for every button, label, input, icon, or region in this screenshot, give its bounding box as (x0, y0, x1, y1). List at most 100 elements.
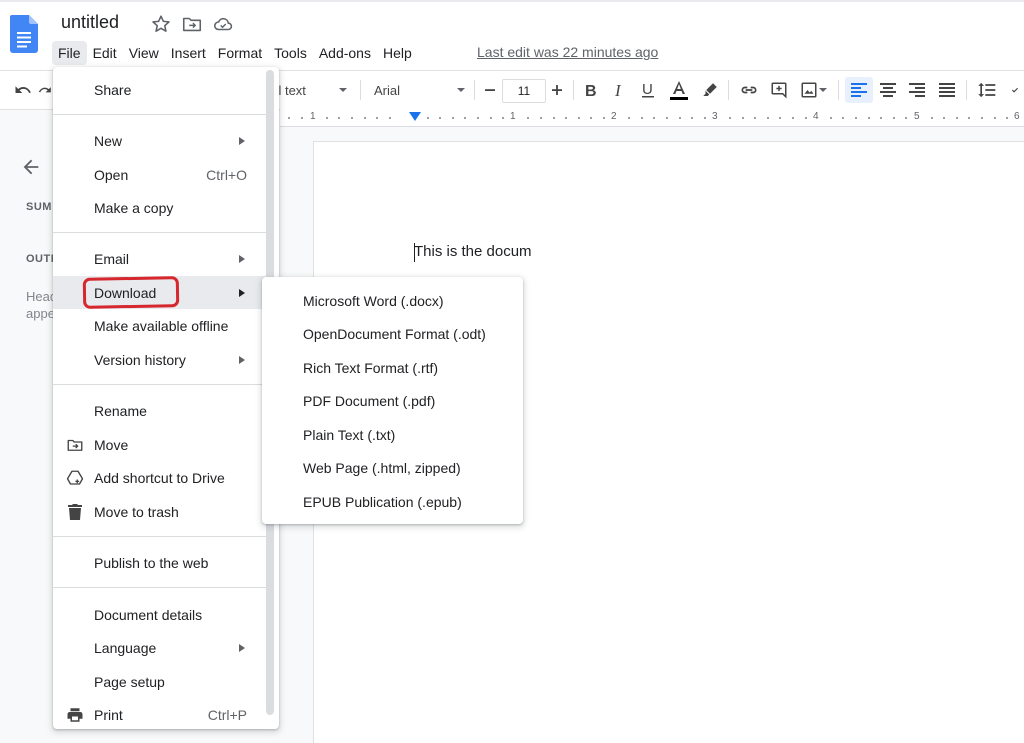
indent-marker[interactable] (409, 112, 421, 121)
download-epub[interactable]: EPUB Publication (.epub) (262, 485, 523, 518)
download-html[interactable]: Web Page (.html, zipped) (262, 451, 523, 484)
outline-panel (0, 126, 56, 743)
align-center-button[interactable] (875, 71, 901, 109)
download-docx[interactable]: Microsoft Word (.docx) (262, 284, 523, 317)
ruler-tick (981, 117, 983, 119)
menu-item-publish[interactable]: Publish to the web (53, 546, 267, 579)
menu-item-share[interactable]: Share (53, 73, 267, 106)
ruler-tick (363, 117, 366, 119)
download-submenu: Microsoft Word (.docx) OpenDocument Form… (262, 277, 523, 524)
menu-view[interactable]: View (123, 41, 165, 65)
highlight-color-button[interactable] (698, 71, 722, 109)
ruler-tick (640, 117, 643, 119)
ruler-tick (477, 117, 479, 119)
menu-item-make-offline[interactable]: Make available offline (53, 309, 267, 342)
italic-button[interactable]: I (607, 71, 631, 109)
bold-button[interactable]: B (578, 71, 602, 109)
menu-item-label: Make available offline (94, 317, 229, 334)
submenu-item-label: OpenDocument Format (.odt) (303, 325, 486, 342)
menu-item-version-history[interactable]: Version history (53, 343, 267, 376)
menu-edit[interactable]: Edit (87, 41, 123, 65)
menu-item-rename[interactable]: Rename (53, 394, 267, 427)
menu-addons[interactable]: Add-ons (313, 41, 377, 65)
underline-button[interactable]: U (636, 71, 660, 109)
menu-help[interactable]: Help (377, 41, 418, 65)
menu-item-move[interactable]: Move (53, 428, 267, 461)
download-odt[interactable]: OpenDocument Format (.odt) (262, 317, 523, 350)
star-icon[interactable] (150, 13, 172, 35)
menu-item-print[interactable]: Print Ctrl+P (53, 698, 267, 731)
ruler-tick (439, 117, 442, 119)
menu-item-email[interactable]: Email (53, 242, 267, 275)
menu-item-document-details[interactable]: Document details (53, 598, 267, 631)
menu-item-make-copy[interactable]: Make a copy (53, 191, 267, 224)
download-rtf[interactable]: Rich Text Format (.rtf) (262, 351, 523, 384)
ruler-tick (766, 117, 769, 119)
cloud-saved-icon[interactable] (212, 13, 234, 35)
insert-link-button[interactable] (736, 71, 762, 109)
image-icon (801, 82, 817, 98)
increase-font-size-button[interactable] (545, 71, 569, 109)
menu-item-add-shortcut[interactable]: Add shortcut to Drive (53, 461, 267, 494)
align-right-button[interactable] (904, 71, 930, 109)
undo-button[interactable] (10, 71, 36, 109)
line-spacing-button[interactable] (974, 71, 1000, 109)
ruler-tick (527, 117, 530, 119)
redo-button[interactable] (38, 71, 52, 109)
align-right-icon (909, 83, 925, 97)
submenu-item-label: Microsoft Word (.docx) (303, 292, 444, 309)
submenu-arrow-icon (239, 355, 245, 364)
download-pdf[interactable]: PDF Document (.pdf) (262, 384, 523, 417)
ruler-tick (351, 117, 353, 119)
minus-icon (485, 89, 495, 91)
align-left-icon (851, 83, 867, 97)
menu-bar: File Edit View Insert Format Tools Add-o… (52, 40, 418, 66)
text-color-button[interactable] (666, 71, 692, 109)
decrease-font-size-button[interactable] (478, 71, 502, 109)
menu-item-label: Document details (94, 606, 203, 623)
checklist-button[interactable] (1010, 71, 1024, 109)
ruler-tick (502, 117, 505, 119)
ruler-tick (804, 117, 807, 119)
ruler-tick (691, 117, 694, 119)
font-size-input[interactable]: 11 (502, 79, 546, 103)
last-edit-link[interactable]: Last edit was 22 minutes ago (477, 44, 658, 60)
ruler-tick (552, 117, 555, 119)
trash-icon (65, 502, 85, 522)
ruler[interactable]: 1 1 2 3 4 5 6 (280, 109, 1024, 127)
align-left-button[interactable] (845, 71, 873, 109)
ruler-number: 1 (510, 111, 516, 122)
menu-item-label: Rename (94, 402, 147, 419)
back-arrow-icon[interactable] (20, 156, 42, 178)
menu-item-label: New (94, 132, 123, 149)
document-text[interactable]: This is the docum (414, 243, 532, 260)
menu-item-open[interactable]: Open Ctrl+O (53, 158, 267, 191)
insert-comment-button[interactable] (766, 71, 792, 109)
justify-button[interactable] (934, 71, 960, 109)
ruler-tick (590, 117, 593, 119)
move-folder-icon[interactable] (181, 13, 203, 35)
menu-item-language[interactable]: Language (53, 631, 267, 664)
menu-item-new[interactable]: New (53, 124, 267, 157)
ruler-number: 3 (712, 111, 718, 122)
printer-icon (65, 705, 85, 725)
menu-item-page-setup[interactable]: Page setup (53, 665, 267, 698)
svg-text:U: U (642, 81, 653, 98)
underline-icon: U (642, 81, 654, 98)
docs-logo-icon[interactable] (10, 15, 38, 53)
document-title[interactable]: untitled (61, 12, 119, 33)
menu-file[interactable]: File (52, 41, 87, 65)
dropdown-arrow-icon (819, 88, 827, 92)
menu-item-move-to-trash[interactable]: Move to trash (53, 495, 267, 528)
insert-image-button[interactable] (796, 71, 832, 109)
menu-item-label: Publish to the web (94, 554, 209, 571)
menu-format[interactable]: Format (212, 41, 268, 65)
menu-item-label: Email (94, 250, 130, 267)
ruler-tick (388, 117, 391, 119)
font-family-dropdown[interactable]: Arial (374, 71, 470, 109)
menu-tools[interactable]: Tools (268, 41, 313, 65)
ruler-tick (842, 117, 845, 119)
download-txt[interactable]: Plain Text (.txt) (262, 418, 523, 451)
menu-insert[interactable]: Insert (165, 41, 212, 65)
ruler-tick (540, 117, 542, 119)
